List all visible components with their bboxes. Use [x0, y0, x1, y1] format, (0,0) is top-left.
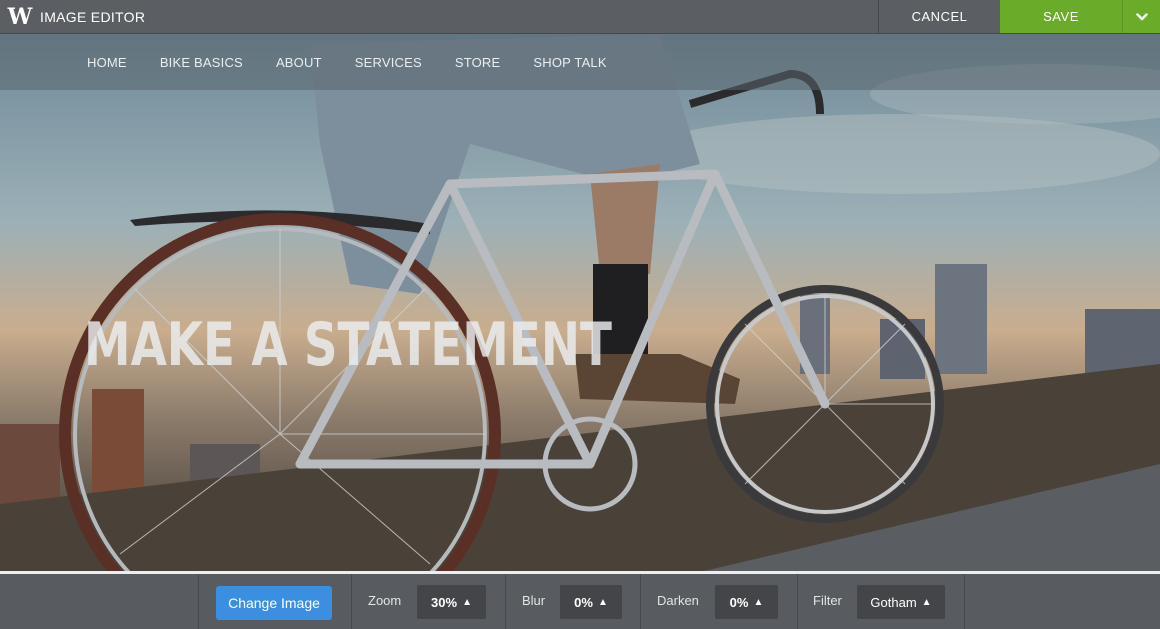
nav-item-store[interactable]: STORE [455, 55, 501, 70]
darken-value: 0% [729, 594, 749, 610]
darken-label: Darken [657, 593, 699, 608]
chevron-down-icon [1135, 12, 1148, 20]
weebly-logo-icon: W [7, 3, 33, 30]
filter-label: Filter [813, 593, 842, 608]
editor-title: IMAGE EDITOR [40, 8, 146, 25]
site-navigation: HOME BIKE BASICS ABOUT SERVICES STORE SH… [0, 34, 1160, 90]
editor-topbar: W IMAGE EDITOR CANCEL SAVE [0, 0, 1160, 34]
chevron-up-icon: ▲ [921, 596, 932, 608]
blur-label: Blur [522, 593, 546, 608]
hero-headline: MAKE A STATEMENT [84, 310, 612, 380]
chevron-up-icon: ▲ [597, 596, 608, 608]
hero-image[interactable]: HOME BIKE BASICS ABOUT SERVICES STORE SH… [0, 34, 1160, 572]
toolbar-end-segment [964, 574, 1160, 629]
nav-item-bike-basics[interactable]: BIKE BASICS [160, 55, 243, 70]
bicycle-photo [0, 34, 1160, 572]
darken-control[interactable]: 0% ▲ [715, 585, 778, 619]
zoom-control[interactable]: 30% ▲ [417, 585, 486, 619]
filter-control[interactable]: Gotham ▲ [857, 585, 945, 619]
nav-item-shop-talk[interactable]: SHOP TALK [533, 55, 606, 70]
zoom-label: Zoom [368, 593, 402, 608]
blur-value: 0% [574, 594, 593, 610]
blur-control[interactable]: 0% ▲ [560, 585, 622, 619]
nav-item-home[interactable]: HOME [87, 55, 127, 70]
cancel-button[interactable]: CANCEL [878, 0, 1000, 33]
chevron-up-icon: ▲ [462, 596, 472, 608]
zoom-value: 30% [431, 594, 458, 610]
save-options-button[interactable] [1122, 0, 1160, 33]
nav-item-about[interactable]: ABOUT [276, 55, 322, 70]
save-button[interactable]: SAVE [1000, 0, 1122, 33]
filter-value: Gotham [870, 594, 917, 610]
nav-item-services[interactable]: SERVICES [355, 55, 422, 70]
image-toolbar: Change Image Zoom 30% ▲ Blur 0% ▲ Darken… [0, 574, 1160, 629]
change-image-button[interactable]: Change Image [216, 586, 332, 620]
chevron-up-icon: ▲ [753, 596, 764, 608]
